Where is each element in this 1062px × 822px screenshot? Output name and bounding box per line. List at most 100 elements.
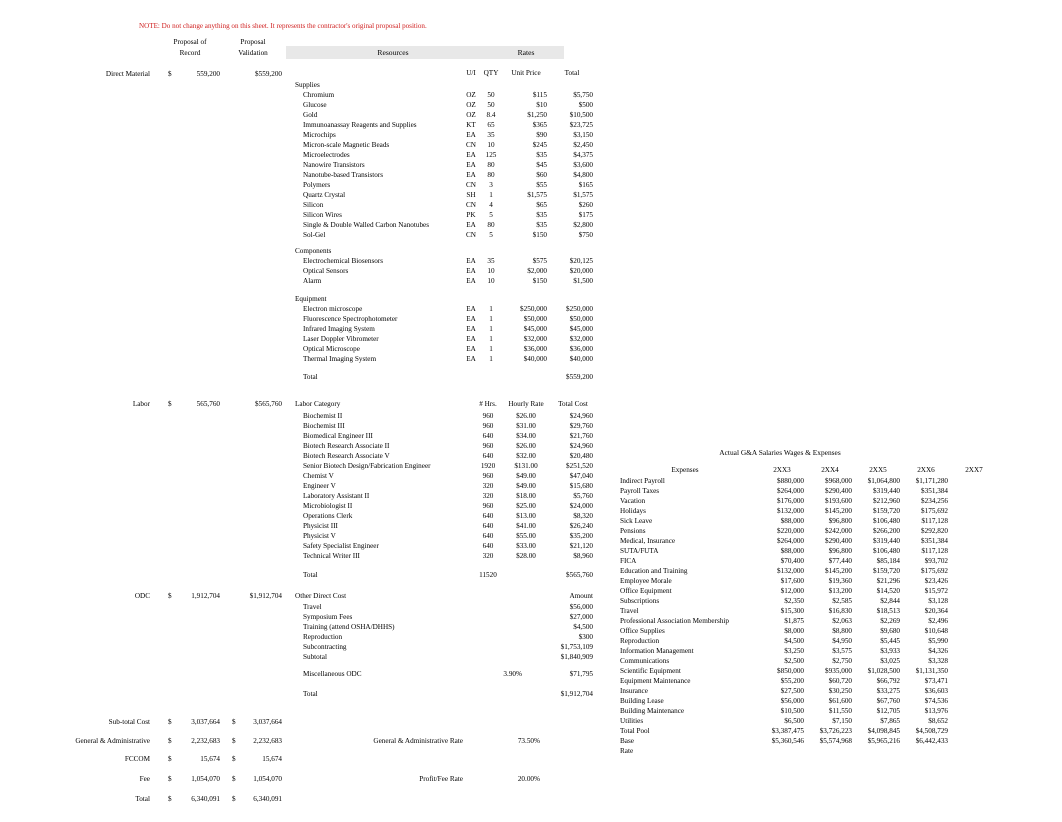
odc-row-name: Symposium Fees	[303, 613, 353, 621]
ga-row-value: $290,400	[825, 487, 852, 495]
labor-row-cost: $21,120	[569, 542, 593, 550]
material-item-total: $175	[578, 211, 593, 219]
material-item-unit-price: $365	[532, 121, 547, 129]
material-item-total: $2,450	[573, 141, 593, 149]
material-item-qty: 35	[487, 257, 495, 265]
cost-line-record-value: 6,340,091	[191, 795, 220, 803]
labor-rate-column-header: Hourly Rate	[508, 400, 544, 408]
cost-line-validation-value: 15,674	[262, 755, 282, 763]
material-item-ui: EA	[466, 257, 476, 265]
material-item-unit-price: $65	[536, 201, 547, 209]
material-item-unit-price: $250,000	[520, 305, 547, 313]
odc-row-amount: $1,753,109	[560, 643, 593, 651]
cost-line-validation-value: 3,037,664	[253, 718, 282, 726]
material-item-unit-price: $90	[536, 131, 547, 139]
ga-row-value: $242,000	[825, 527, 852, 535]
ga-row-value: $96,800	[828, 517, 852, 525]
material-item-total: $3,150	[573, 131, 593, 139]
cost-line-label: Sub-total Cost	[108, 718, 150, 726]
fee-rate-value: 20.00%	[517, 775, 540, 783]
ga-row-name: Vacation	[620, 497, 646, 505]
material-item-name: Thermal Imaging System	[303, 355, 377, 363]
ga-year-column-header: 2XX3	[773, 466, 791, 474]
material-item-total: $20,000	[569, 267, 593, 275]
ga-row-value: $11,550	[828, 707, 852, 715]
odc-row-amount: $300	[578, 633, 593, 641]
material-item-total: $36,000	[569, 345, 593, 353]
labor-row-rate: $32.00	[516, 452, 536, 460]
ga-row-value: $220,000	[777, 527, 804, 535]
ga-row-value: $13,200	[828, 587, 852, 595]
cost-line-validation-value: $565,760	[255, 400, 282, 408]
ga-row-value: $850,000	[777, 667, 804, 675]
total-column-header: Total	[564, 69, 580, 77]
ga-row-value: $2,500	[784, 657, 804, 665]
ga-row-value: $193,600	[825, 497, 852, 505]
ga-row-name: Total Pool	[620, 727, 650, 735]
ga-row-value: $5,965,216	[867, 737, 900, 745]
material-item-name: Laser Doppler Vibrometer	[303, 335, 379, 343]
ga-row-value: $12,705	[876, 707, 900, 715]
ga-row-value: $175,692	[921, 567, 948, 575]
ga-row-name: Base	[620, 737, 634, 745]
labor-row-cost: $251,520	[566, 462, 593, 470]
labor-row-hours: 320	[482, 552, 494, 560]
material-item-unit-price: $10	[536, 101, 547, 109]
ga-row-value: $2,844	[880, 597, 900, 605]
ga-row-value: $30,250	[828, 687, 852, 695]
material-item-ui: EA	[466, 131, 476, 139]
ga-row-value: $145,200	[825, 567, 852, 575]
cost-line-record-value: 2,232,683	[191, 737, 220, 745]
ga-row-value: $935,000	[825, 667, 852, 675]
labor-row-rate: $26.00	[516, 412, 536, 420]
labor-row-name: Physicist V	[303, 532, 336, 540]
cost-line-validation-value: 2,232,683	[253, 737, 282, 745]
ga-row-value: $16,830	[828, 607, 852, 615]
ga-row-value: $14,520	[876, 587, 900, 595]
ga-row-value: $212,960	[873, 497, 900, 505]
labor-total-cost: $565,760	[566, 571, 593, 579]
material-item-qty: 80	[487, 221, 495, 229]
proposal-validation-header-line2: Validation	[238, 49, 268, 57]
ga-row-value: $4,508,729	[915, 727, 948, 735]
ga-row-value: $6,500	[784, 717, 804, 725]
material-item-total: $165	[578, 181, 593, 189]
labor-row-hours: 1920	[480, 462, 496, 470]
material-item-unit-price: $55	[536, 181, 547, 189]
labor-row-rate: $49.00	[516, 472, 536, 480]
ga-row-value: $234,256	[921, 497, 948, 505]
ga-row-name: SUTA/FUTA	[620, 547, 659, 555]
material-item-total: $5,750	[573, 91, 593, 99]
ga-row-value: $292,820	[921, 527, 948, 535]
labor-row-name: Laboratory Assistant II	[303, 492, 370, 500]
ga-row-value: $13,976	[924, 707, 948, 715]
materials-section-header: Components	[295, 247, 332, 255]
ga-row-value: $176,000	[777, 497, 804, 505]
odc-misc-percent: 3.90%	[503, 670, 522, 678]
material-item-total: $50,000	[569, 315, 593, 323]
cost-line-label: Direct Material	[105, 70, 150, 78]
labor-row-rate: $34.00	[516, 432, 536, 440]
cost-line-label: General & Administrative	[75, 737, 150, 745]
proposal-cost-sheet: NOTE: Do not change anything on this she…	[0, 0, 1062, 822]
labor-row-hours: 640	[482, 542, 494, 550]
ga-row-name: FICA	[620, 557, 637, 565]
labor-row-hours: 960	[482, 502, 494, 510]
cost-line-validation-value: $1,912,704	[249, 592, 282, 600]
labor-row-cost: $8,960	[573, 552, 593, 560]
material-item-ui: KT	[466, 121, 476, 129]
ga-row-name: Communications	[620, 657, 670, 665]
ga-row-value: $15,300	[780, 607, 804, 615]
ga-row-value: $1,875	[784, 617, 804, 625]
material-item-total: $1,575	[573, 191, 593, 199]
material-item-ui: EA	[466, 277, 476, 285]
ga-row-value: $266,200	[873, 527, 900, 535]
ga-row-value: $1,064,800	[867, 477, 900, 485]
materials-section-header: Equipment	[295, 295, 327, 303]
labor-row-cost: $24,000	[569, 502, 593, 510]
labor-row-hours: 320	[482, 482, 494, 490]
ga-row-value: $2,063	[832, 617, 852, 625]
material-item-ui: EA	[466, 315, 476, 323]
ga-row-name: Office Equipment	[620, 587, 672, 595]
labor-hours-column-header: # Hrs.	[479, 400, 497, 408]
